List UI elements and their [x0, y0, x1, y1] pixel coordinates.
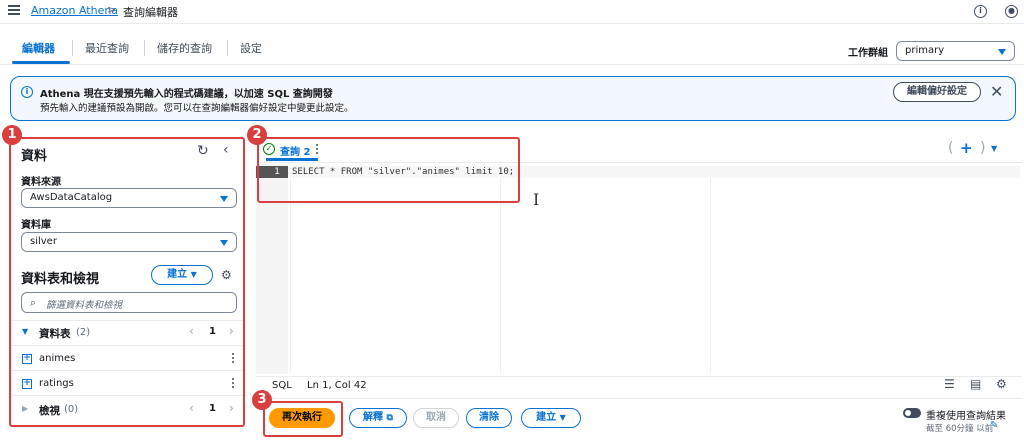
- reuse-results-toggle[interactable]: [903, 408, 921, 418]
- language-indicator: SQL: [272, 380, 292, 391]
- tab-divider: [227, 40, 228, 56]
- tab-settings[interactable]: 設定: [240, 40, 262, 56]
- info-icon[interactable]: i: [974, 5, 987, 18]
- settings-icon[interactable]: ●: [1005, 5, 1018, 18]
- tab-recent-queries[interactable]: 最近查詢: [85, 40, 129, 56]
- close-icon[interactable]: ✕: [990, 82, 1003, 101]
- annotation-box-run-button: [263, 401, 343, 437]
- indent-guide: [290, 178, 291, 373]
- keyboard-shortcuts-icon[interactable]: ▤: [970, 377, 981, 391]
- hamburger-menu-icon[interactable]: [8, 5, 20, 17]
- editor-status-bar: [256, 376, 1022, 398]
- workgroup-select[interactable]: primary: [896, 41, 1015, 61]
- format-query-icon[interactable]: ☰: [944, 377, 955, 391]
- annotation-box-data-panel: [9, 137, 245, 427]
- explain-label: 解釋: [363, 412, 384, 423]
- tab-scroll-right-icon[interactable]: ): [980, 140, 985, 156]
- tabs-divider: [0, 64, 1024, 65]
- indent-guide: [710, 178, 711, 373]
- workgroup-value: primary: [905, 45, 945, 56]
- editor-scrollbar[interactable]: [1012, 166, 1018, 371]
- tab-divider: [72, 40, 73, 56]
- breadcrumb-current: 查詢編輯器: [123, 6, 178, 19]
- toggle-knob: [905, 410, 911, 416]
- alert-title: Athena 現在支援預先輸入的程式碼建議，以加速 SQL 查詢開發: [40, 89, 333, 100]
- edit-preferences-button[interactable]: 編輯偏好設定: [893, 82, 981, 102]
- workgroup-label: 工作群組: [848, 48, 888, 59]
- breadcrumb-athena-link[interactable]: Amazon Athena: [31, 4, 118, 17]
- annotation-badge-3: 3: [252, 390, 272, 410]
- annotation-badge-2: 2: [247, 125, 267, 145]
- reuse-results-sub: 截至 60分鐘 以前: [926, 424, 994, 434]
- tab-editor[interactable]: 編輯器: [22, 40, 55, 56]
- cursor-position: Ln 1, Col 42: [307, 380, 367, 391]
- edit-pencil-icon[interactable]: ✎: [990, 420, 998, 431]
- add-query-tab-button[interactable]: +: [960, 139, 973, 157]
- breadcrumb-separator: >: [107, 3, 117, 16]
- alert-body: 預先輸入的建議預設為開啟。您可以在查詢編輯器偏好設定中變更此設定。: [40, 103, 354, 114]
- clear-button[interactable]: 清除: [466, 408, 512, 428]
- tabs-dropdown-icon[interactable]: ▼: [991, 144, 997, 153]
- explain-button[interactable]: 解釋 ⧉: [349, 408, 407, 428]
- cancel-button[interactable]: 取消: [413, 408, 459, 428]
- tab-saved-queries[interactable]: 儲存的查詢: [157, 40, 212, 56]
- editor-settings-gear-icon[interactable]: ⚙: [996, 377, 1007, 391]
- annotation-badge-1: 1: [2, 125, 22, 145]
- info-circle-icon: i: [21, 86, 33, 98]
- annotation-box-editor: [257, 137, 520, 203]
- create-action-label: 建立: [536, 412, 557, 423]
- create-action-button[interactable]: 建立 ▼: [521, 408, 581, 428]
- external-link-icon: ⧉: [386, 413, 393, 423]
- indent-guide: [500, 178, 501, 373]
- text-cursor-icon: I: [533, 190, 540, 209]
- caret-down-icon: ▼: [559, 413, 566, 422]
- tab-scroll-left-icon[interactable]: (: [948, 140, 953, 156]
- caret-down-icon: [998, 49, 1006, 55]
- tab-divider: [144, 40, 145, 56]
